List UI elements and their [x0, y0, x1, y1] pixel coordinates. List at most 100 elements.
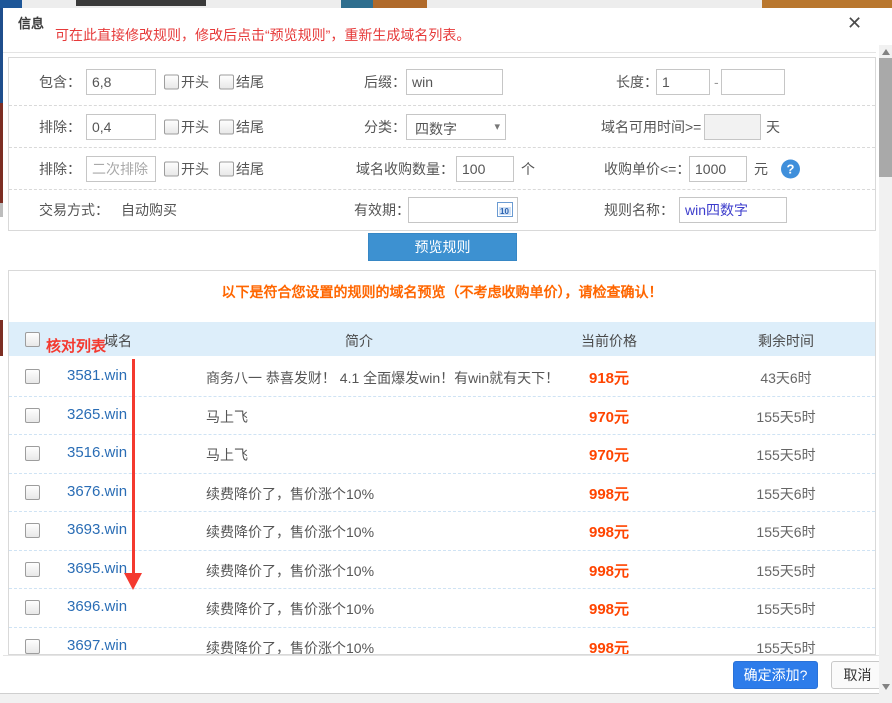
row-checkbox[interactable]	[25, 562, 40, 577]
include-start-checkbox[interactable]	[164, 74, 179, 89]
dialog-hint-text: 可在此直接修改规则，修改后点击“预览规则”，重新生成域名列表。	[55, 25, 470, 45]
unit-price-unit: 元	[754, 159, 768, 179]
available-time-unit: 天	[766, 117, 780, 137]
form-row-trade: 交易方式： 自动购买 有效期： 规则名称：	[9, 189, 875, 229]
domain-desc: 续费降价了，售价涨个10%	[206, 599, 374, 619]
scroll-up-icon[interactable]	[882, 49, 890, 55]
quantity-unit: 个	[521, 159, 535, 179]
exclude2-start-checkbox[interactable]	[164, 162, 179, 177]
include-start-label: 开头	[181, 72, 209, 92]
exclude2-end-checkbox[interactable]	[219, 162, 234, 177]
exclude2-input[interactable]	[86, 156, 156, 182]
domain-time: 155天5时	[716, 561, 856, 581]
category-select[interactable]: 四数字 ▾	[406, 114, 506, 140]
unit-price-label: 收购单价<=：	[604, 159, 690, 179]
chevron-down-icon: ▾	[494, 120, 500, 133]
background-left-sliver	[0, 8, 3, 103]
domain-link[interactable]: 3697.win	[67, 637, 127, 654]
domain-link[interactable]: 3695.win	[67, 560, 127, 577]
annotation-arrow-head	[124, 573, 142, 590]
row-checkbox[interactable]	[25, 369, 40, 384]
trade-value: 自动购买	[121, 200, 177, 220]
exclude-end-checkbox[interactable]	[219, 120, 234, 135]
domain-desc: 马上飞	[206, 445, 248, 465]
validity-label: 有效期：	[354, 200, 410, 220]
table-row: 3265.win 马上飞 970元 155天5时	[9, 396, 875, 436]
background-left-sliver	[0, 103, 3, 203]
domain-link[interactable]: 3265.win	[67, 406, 127, 423]
validity-date-input[interactable]	[408, 197, 518, 223]
category-select-value: 四数字	[415, 119, 457, 139]
domain-price: 998元	[549, 521, 669, 542]
header-divider	[3, 52, 876, 53]
dialog-bottom-edge	[0, 693, 892, 703]
scroll-down-icon[interactable]	[882, 684, 890, 690]
domain-price: 998元	[549, 598, 669, 619]
domain-link[interactable]: 3676.win	[67, 483, 127, 500]
form-row-exclude2: 排除： 开头 结尾 域名收购数量： 个 收购单价<=： 元 ?	[9, 147, 875, 190]
cancel-button[interactable]: 取消	[831, 661, 884, 689]
form-row-exclude: 排除： 开头 结尾 分类： 四数字 ▾ 域名可用时间>= 天	[9, 105, 875, 148]
domain-link[interactable]: 3516.win	[67, 444, 127, 461]
unit-price-input[interactable]	[689, 156, 747, 182]
domain-desc: 续费降价了，售价涨个10%	[206, 522, 374, 542]
rule-name-label: 规则名称：	[604, 200, 674, 220]
scrollbar-thumb[interactable]	[879, 58, 892, 177]
exclude-start-checkbox[interactable]	[164, 120, 179, 135]
domain-time: 43天6时	[716, 368, 856, 388]
row-checkbox[interactable]	[25, 446, 40, 461]
domain-time: 155天5时	[716, 407, 856, 427]
domain-link[interactable]: 3696.win	[67, 598, 127, 615]
domain-desc: 马上飞	[206, 407, 248, 427]
exclude-end-label: 结尾	[236, 117, 264, 137]
row-checkbox[interactable]	[25, 639, 40, 654]
domain-time: 155天6时	[716, 484, 856, 504]
available-time-input[interactable]	[704, 114, 761, 140]
help-icon[interactable]: ?	[781, 160, 800, 179]
domain-time: 155天5时	[716, 445, 856, 465]
background-left-sliver	[0, 320, 3, 356]
table-row: 3516.win 马上飞 970元 155天5时	[9, 434, 875, 474]
trade-label: 交易方式：	[39, 200, 109, 220]
row-checkbox[interactable]	[25, 523, 40, 538]
exclude2-start-label: 开头	[181, 159, 209, 179]
row-checkbox[interactable]	[25, 408, 40, 423]
row-checkbox[interactable]	[25, 485, 40, 500]
domain-desc: 商务八一 恭喜发财！ 4.1 全面爆发win！有win就有天下！	[206, 368, 559, 388]
scrollbar[interactable]	[879, 45, 892, 694]
quantity-input[interactable]	[456, 156, 514, 182]
col-time: 剩余时间	[716, 331, 856, 351]
domain-time: 155天5时	[716, 599, 856, 619]
domain-link[interactable]: 3581.win	[67, 367, 127, 384]
length-min-input[interactable]	[656, 69, 710, 95]
confirm-add-button[interactable]: 确定添加?	[733, 661, 818, 689]
domain-time: 155天6时	[716, 522, 856, 542]
dialog-title: 信息	[18, 13, 44, 32]
background-teal-block	[341, 0, 373, 8]
rule-name-input[interactable]	[679, 197, 787, 223]
preview-rules-button[interactable]: 预览规则	[368, 233, 517, 261]
suffix-input[interactable]	[406, 69, 503, 95]
close-icon[interactable]: ✕	[847, 14, 862, 32]
row-checkbox[interactable]	[25, 600, 40, 615]
include-end-checkbox[interactable]	[219, 74, 234, 89]
include-input[interactable]	[86, 69, 156, 95]
suffix-label: 后缀：	[364, 72, 406, 92]
background-orange-button	[373, 0, 427, 8]
select-all-checkbox[interactable]	[25, 332, 40, 347]
exclude2-end-label: 结尾	[236, 159, 264, 179]
domain-link[interactable]: 3693.win	[67, 521, 127, 538]
length-max-input[interactable]	[721, 69, 785, 95]
domain-price: 998元	[549, 560, 669, 581]
annotation-arrow-line	[132, 359, 135, 575]
table-row: 3696.win 续费降价了，售价涨个10% 998元 155天5时	[9, 588, 875, 628]
col-domain: 域名	[104, 331, 132, 351]
domain-price: 998元	[549, 637, 669, 656]
exclude-input[interactable]	[86, 114, 156, 140]
calendar-icon[interactable]	[497, 202, 513, 217]
exclude-start-label: 开头	[181, 117, 209, 137]
table-row: 3676.win 续费降价了，售价涨个10% 998元 155天6时	[9, 473, 875, 513]
annotation-label: 核对列表	[46, 335, 106, 356]
screenshot-stage: 信息 可在此直接修改规则，修改后点击“预览规则”，重新生成域名列表。 ✕ 包含：…	[0, 0, 892, 703]
background-orange-bar	[762, 0, 892, 8]
